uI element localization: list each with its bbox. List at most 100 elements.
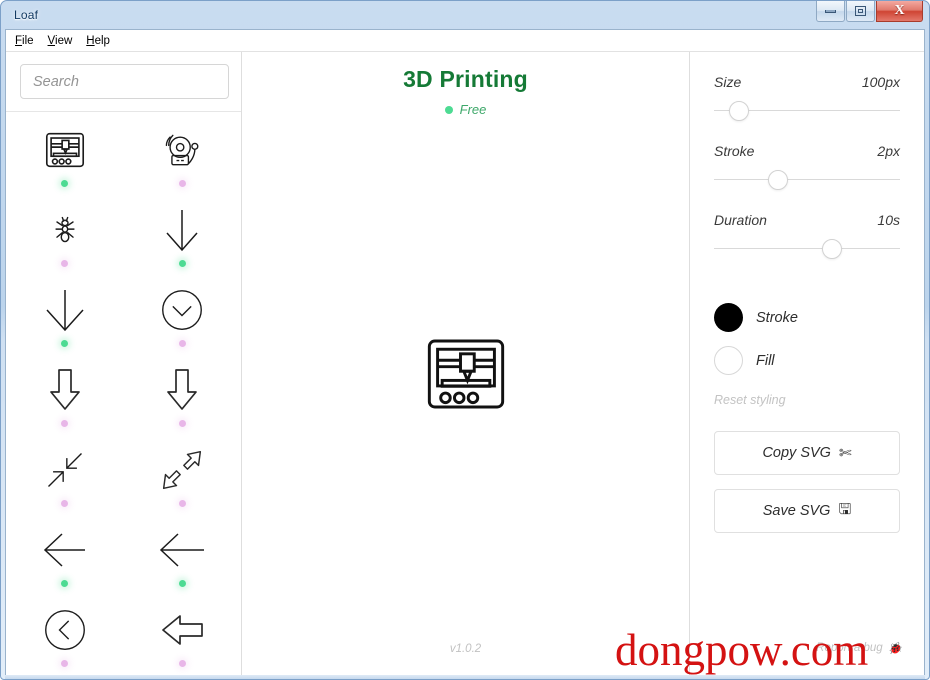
preview-stage <box>242 117 689 675</box>
reset-styling-link[interactable]: Reset styling <box>714 393 900 407</box>
stroke-swatch-label: Stroke <box>756 309 798 326</box>
icon-cell-arrow-down-thin[interactable] <box>124 198 242 278</box>
floppy-disk-icon: 🖫 <box>838 500 852 518</box>
arrow-left-block-icon <box>159 604 205 656</box>
menu-file[interactable]: File <box>15 35 34 47</box>
arrow-down-block-alt-icon <box>165 364 199 416</box>
size-slider[interactable] <box>714 101 900 121</box>
window-title: Loaf <box>14 8 39 22</box>
control-size: Size 100px <box>714 74 900 121</box>
status-dot-free <box>178 580 186 587</box>
alarm-bell-icon <box>160 124 204 176</box>
control-duration-head: Duration 10s <box>714 212 900 228</box>
save-svg-label: Save SVG <box>762 503 831 519</box>
duration-slider-thumb[interactable] <box>821 239 842 259</box>
icon-cell-arrows-expand-diagonal-block[interactable] <box>124 438 242 518</box>
icon-cell-arrow-down-block-alt[interactable] <box>124 358 242 438</box>
arrow-left-circle-icon <box>43 604 87 656</box>
client-area: File View Help Search 3D Printing Free v… <box>5 29 925 675</box>
icon-cell-arrow-down-wide[interactable] <box>6 278 124 358</box>
fill-color-swatch[interactable] <box>714 346 743 375</box>
stroke-slider-track <box>714 179 900 180</box>
maximize-icon <box>855 6 866 16</box>
status-dot-pro <box>178 180 186 187</box>
status-dot-free <box>178 260 186 267</box>
status-dot-free <box>61 180 69 187</box>
sidebar <box>6 52 242 675</box>
control-stroke-value: 2px <box>877 143 900 159</box>
icon-cell-arrow-left-thin[interactable] <box>6 518 124 598</box>
control-duration-value: 10s <box>877 212 900 228</box>
icon-cell-ant[interactable] <box>6 198 124 278</box>
minimize-button[interactable] <box>816 1 845 22</box>
window-bottom-edge <box>5 675 925 679</box>
menu-file-mnemonic: F <box>15 34 23 47</box>
status-dot-pro <box>178 340 186 347</box>
menu-help-label: elp <box>94 34 110 47</box>
menu-view-label: iew <box>55 34 73 47</box>
arrow-left-thin-icon <box>41 524 89 576</box>
preview-badge-label: Free <box>459 102 487 117</box>
report-bug-link[interactable]: Report a bug 🐞 <box>816 641 902 655</box>
control-duration: Duration 10s <box>714 212 900 259</box>
badge-dot-icon <box>444 105 453 114</box>
stroke-swatch-row[interactable]: Stroke <box>714 303 900 332</box>
preview-panel: 3D Printing Free v1.0.2 <box>242 52 690 675</box>
maximize-button[interactable] <box>846 1 875 22</box>
report-bug-label: Report a bug <box>816 642 883 654</box>
status-dot-pro <box>178 420 186 427</box>
menu-view-mnemonic: V <box>47 34 56 47</box>
arrow-down-thin-icon <box>160 204 204 256</box>
body-split: 3D Printing Free <box>6 51 924 675</box>
icon-cell-3d-printer[interactable] <box>6 118 124 198</box>
search-container <box>6 52 241 112</box>
fill-swatch-row[interactable]: Fill <box>714 346 900 375</box>
copy-svg-button[interactable]: Copy SVG ✄ <box>714 431 900 475</box>
arrows-collapse-diagonal-icon <box>43 444 87 496</box>
3d-printer-icon <box>42 124 88 176</box>
arrow-down-block-icon <box>48 364 82 416</box>
stroke-slider[interactable] <box>714 170 900 190</box>
arrow-down-wide-icon <box>42 284 88 336</box>
menu-bar: File View Help <box>6 30 924 51</box>
preview-3d-printer-icon[interactable] <box>422 330 510 423</box>
title-bar: Loaf X <box>5 1 925 29</box>
status-dot-pro <box>61 500 69 507</box>
app-window: Loaf X File View Help Search 3D Printing… <box>0 0 930 680</box>
icon-cell-arrow-down-circle[interactable] <box>124 278 242 358</box>
icon-cell-arrow-left-block[interactable] <box>124 598 242 675</box>
arrow-down-circle-icon <box>160 284 204 336</box>
status-dot-pro <box>61 660 69 667</box>
icon-cell-arrow-down-block[interactable] <box>6 358 124 438</box>
icon-grid <box>6 112 241 675</box>
arrow-left-thin-long-icon <box>157 524 207 576</box>
fill-swatch-label: Fill <box>756 352 775 369</box>
status-dot-pro <box>61 260 69 267</box>
menu-view[interactable]: View <box>48 35 73 47</box>
save-svg-button[interactable]: Save SVG 🖫 <box>714 489 900 533</box>
version-label: v1.0.2 <box>449 643 482 655</box>
control-size-head: Size 100px <box>714 74 900 90</box>
stroke-slider-thumb[interactable] <box>767 170 788 190</box>
control-size-label: Size <box>714 74 742 90</box>
preview-title: 3D Printing <box>403 66 528 92</box>
stroke-color-swatch[interactable] <box>714 303 743 332</box>
status-dot-pro <box>178 500 186 507</box>
status-dot-free <box>61 580 69 587</box>
close-button[interactable]: X <box>876 1 923 22</box>
search-input[interactable] <box>20 64 229 99</box>
size-slider-thumb[interactable] <box>728 101 749 121</box>
duration-slider-track <box>714 248 900 249</box>
duration-slider[interactable] <box>714 239 900 259</box>
control-stroke-label: Stroke <box>714 143 755 159</box>
menu-help[interactable]: Help <box>86 35 110 47</box>
style-panel: Size 100px Stroke 2px Duration 10s Strok… <box>690 52 924 675</box>
bug-icon: 🐞 <box>887 643 902 655</box>
control-duration-label: Duration <box>714 212 767 228</box>
arrows-expand-diagonal-block-icon <box>160 444 204 496</box>
icon-cell-arrow-left-circle[interactable] <box>6 598 124 675</box>
icon-cell-arrows-collapse-diagonal[interactable] <box>6 438 124 518</box>
icon-cell-alarm-bell[interactable] <box>124 118 242 198</box>
scissors-icon: ✄ <box>838 445 852 462</box>
icon-cell-arrow-left-thin-long[interactable] <box>124 518 242 598</box>
